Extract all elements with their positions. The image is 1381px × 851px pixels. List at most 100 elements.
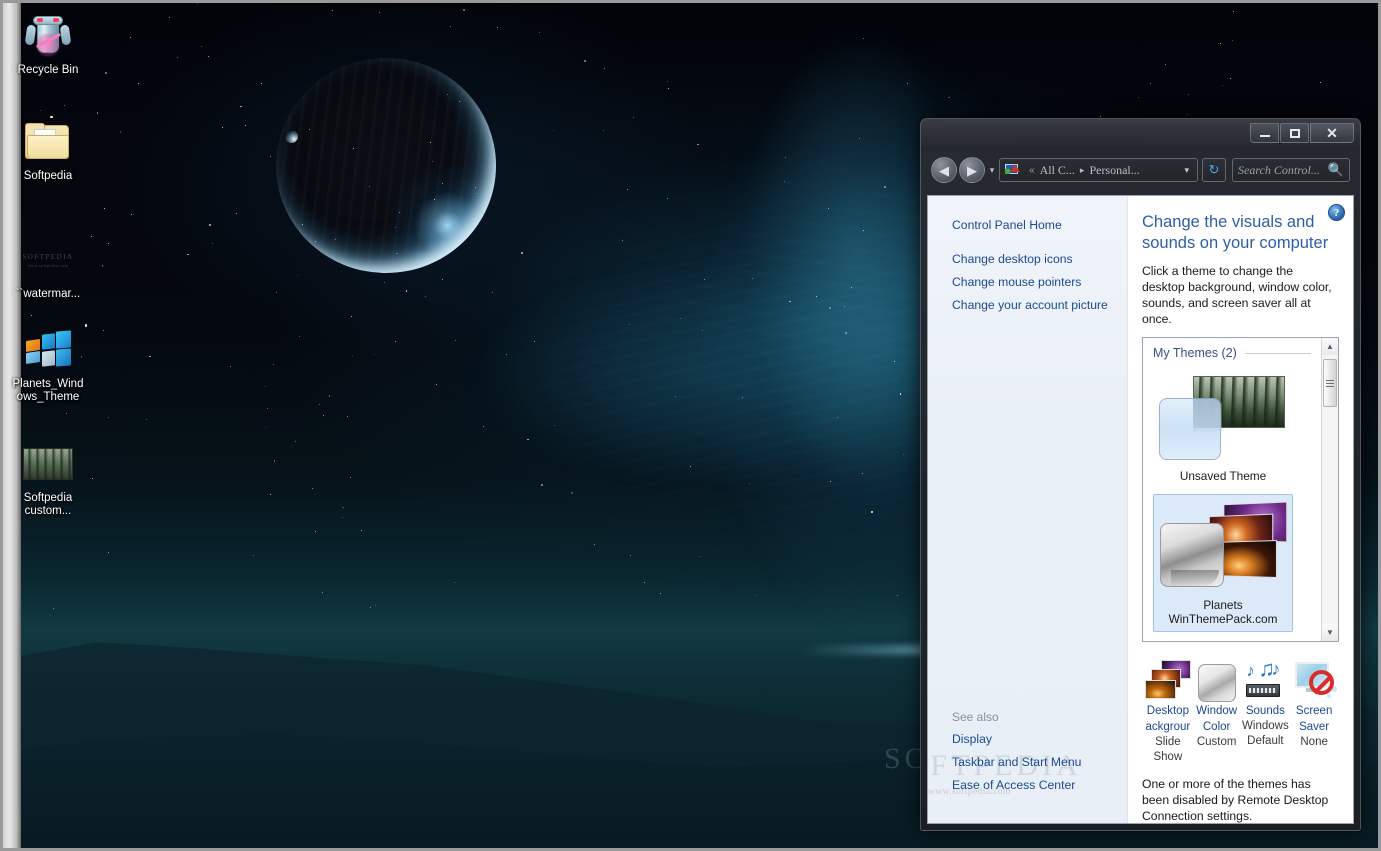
see-also-link-ease-of-access[interactable]: Ease of Access Center [928, 774, 1127, 797]
close-button[interactable]: ✕ [1310, 123, 1354, 143]
setting-label-line2: Color [1202, 721, 1231, 733]
themes-group-header: My Themes (2) [1153, 346, 1321, 360]
desktop-icon-label-line1: Softpedia [23, 492, 73, 504]
search-input[interactable]: Search Control... 🔍 [1232, 158, 1350, 182]
scrollbar-grip-icon [1326, 379, 1334, 387]
window-toolbar[interactable]: ◀ ▶ ▾ « All C... ▸ Personal... ▾ ↻ Searc… [921, 151, 1360, 189]
nav-link-control-panel-home[interactable]: Control Panel Home [928, 214, 1127, 237]
settings-row: Desktop ackgrour Slide Show Window Color… [1142, 654, 1339, 764]
theme-label: Unsaved Theme [1179, 469, 1267, 483]
see-also-link-taskbar-start-menu[interactable]: Taskbar and Start Menu [928, 751, 1127, 774]
refresh-button[interactable]: ↻ [1202, 158, 1226, 182]
setting-label-line2: ackgrour [1145, 721, 1191, 733]
personalization-icon [1004, 163, 1020, 177]
scroll-up-icon[interactable]: ▲ [1322, 338, 1338, 355]
forward-button[interactable]: ▶ [959, 157, 985, 183]
navigation-pane: Control Panel Home Change desktop icons … [928, 196, 1128, 823]
setting-label-line1: Screen [1295, 705, 1333, 717]
breadcrumb-chevron-icon: ▸ [1079, 164, 1085, 175]
recycle-bin-icon [2, 12, 94, 60]
setting-value-line1: Custom [1196, 736, 1237, 748]
nav-link-change-desktop-icons[interactable]: Change desktop icons [928, 248, 1127, 271]
scrollbar-thumb[interactable] [1323, 359, 1337, 407]
sounds-icon: ♪ ♫ ♪ [1242, 654, 1290, 702]
screen-saver-icon [1290, 654, 1338, 702]
theme-label-line1: Planets [1203, 598, 1243, 612]
themes-scroll-area: My Themes (2) Unsaved Theme Planets WinT… [1143, 338, 1321, 641]
setting-value-line2: Show [1153, 751, 1183, 763]
themes-list[interactable]: My Themes (2) Unsaved Theme Planets WinT… [1142, 337, 1339, 642]
scrollbar-track[interactable] [1322, 355, 1338, 624]
themes-group-label: My Themes (2) [1153, 346, 1237, 360]
search-placeholder: Search Control... [1238, 162, 1320, 177]
desktop-icon-planets-windows-theme[interactable]: Planets_Wind ows_Theme [2, 326, 94, 404]
page-title: Change the visuals and sounds on your co… [1142, 213, 1329, 252]
setting-label-line1: Sounds [1245, 705, 1285, 717]
scroll-down-icon[interactable]: ▼ [1322, 624, 1338, 641]
windows-theme-icon [2, 326, 94, 374]
desktop-icon-label-line2: ows_Theme [16, 391, 80, 403]
address-dropdown-icon[interactable]: ▾ [1180, 165, 1193, 176]
close-icon: ✕ [1326, 125, 1338, 141]
back-button[interactable]: ◀ [931, 157, 957, 183]
minimize-button[interactable] [1250, 123, 1279, 143]
help-icon[interactable]: ? [1328, 204, 1345, 221]
setting-value-line1: None [1300, 736, 1328, 748]
see-also-link-display[interactable]: Display [928, 728, 1127, 751]
desktop-icon-watermark-file[interactable]: SOFTPEDIA www.softpedia.com ``watermar..… [2, 236, 94, 301]
theme-thumbnail-icon [2, 440, 94, 488]
image-file-icon: SOFTPEDIA www.softpedia.com [22, 252, 74, 268]
control-panel-window[interactable]: ✕ ◀ ▶ ▾ « All C... ▸ Personal... ▾ ↻ Sea… [920, 118, 1361, 831]
breadcrumb-item-all-control-panel[interactable]: All C... [1040, 163, 1075, 178]
address-bar[interactable]: « All C... ▸ Personal... ▾ [999, 158, 1198, 182]
window-buttons: ✕ [1249, 123, 1354, 143]
window-client-area: Control Panel Home Change desktop icons … [927, 195, 1354, 824]
footer-note: One or more of the themes has been disab… [1142, 777, 1329, 823]
theme-preview-unsaved [1157, 372, 1289, 464]
setting-desktop-background[interactable]: Desktop ackgrour Slide Show [1144, 654, 1192, 764]
see-also-section: See also Display Taskbar and Start Menu … [928, 706, 1127, 797]
breadcrumb-item-personalization[interactable]: Personal... [1089, 163, 1139, 178]
desktop-icon-recycle-bin[interactable]: Recycle Bin [2, 12, 94, 77]
desktop-icon-softpedia-folder[interactable]: Softpedia [2, 118, 94, 183]
window-titlebar[interactable]: ✕ [921, 119, 1360, 151]
desktop-icon-softpedia-custom[interactable]: Softpedia custom... [2, 440, 94, 518]
folder-icon [2, 118, 94, 166]
maximize-button[interactable] [1280, 123, 1309, 143]
nav-link-change-account-picture[interactable]: Change your account picture [928, 294, 1127, 317]
setting-label-line1: Window [1196, 705, 1238, 717]
setting-label-line2: Windows [1242, 720, 1289, 732]
theme-item-planets-theme[interactable]: Planets WinThemePack.com [1153, 494, 1293, 632]
minimize-icon [1259, 135, 1270, 137]
setting-screen-saver[interactable]: Screen Saver None [1290, 654, 1338, 764]
window-color-icon [1193, 654, 1241, 702]
desktop-background-icon [1144, 654, 1192, 702]
magnifier-icon: 🔍 [1327, 162, 1344, 177]
group-divider [1244, 352, 1311, 354]
page-description: Click a theme to change the desktop back… [1142, 264, 1332, 326]
refresh-icon: ↻ [1208, 162, 1220, 177]
history-dropdown-button[interactable]: ▾ [985, 165, 999, 176]
breadcrumb-overflow-icon[interactable]: « [1029, 165, 1035, 176]
maximize-icon [1289, 128, 1300, 138]
content-pane: ? Change the visuals and sounds on your … [1128, 196, 1353, 823]
theme-item-unsaved-theme[interactable]: Unsaved Theme [1153, 366, 1293, 488]
nav-link-change-mouse-pointers[interactable]: Change mouse pointers [928, 271, 1127, 294]
desktop-icon-label-line2: custom... [24, 505, 72, 517]
themes-scrollbar[interactable]: ▲ ▼ [1321, 338, 1338, 641]
setting-value-line1: Default [1247, 735, 1284, 747]
desktop-icon-label: Softpedia [23, 170, 73, 182]
setting-sounds[interactable]: ♪ ♫ ♪ Sounds Windows Default [1242, 654, 1290, 764]
desktop[interactable]: SOFTPEDIA www.softpedia.com Recycle Bin [0, 0, 1381, 851]
desktop-icon-label: Recycle Bin [17, 64, 79, 76]
setting-label-line2: Saver [1299, 721, 1330, 733]
setting-window-color[interactable]: Window Color Custom [1193, 654, 1241, 764]
desktop-icon-label: ``watermar... [15, 288, 81, 300]
chevron-down-icon: ▾ [989, 164, 995, 175]
forward-icon: ▶ [967, 162, 977, 178]
theme-label-line2: WinThemePack.com [1168, 612, 1278, 626]
help-glyph: ? [1333, 206, 1340, 219]
setting-label-line1: Desktop [1146, 705, 1189, 717]
setting-value-line1: Slide [1155, 736, 1181, 748]
